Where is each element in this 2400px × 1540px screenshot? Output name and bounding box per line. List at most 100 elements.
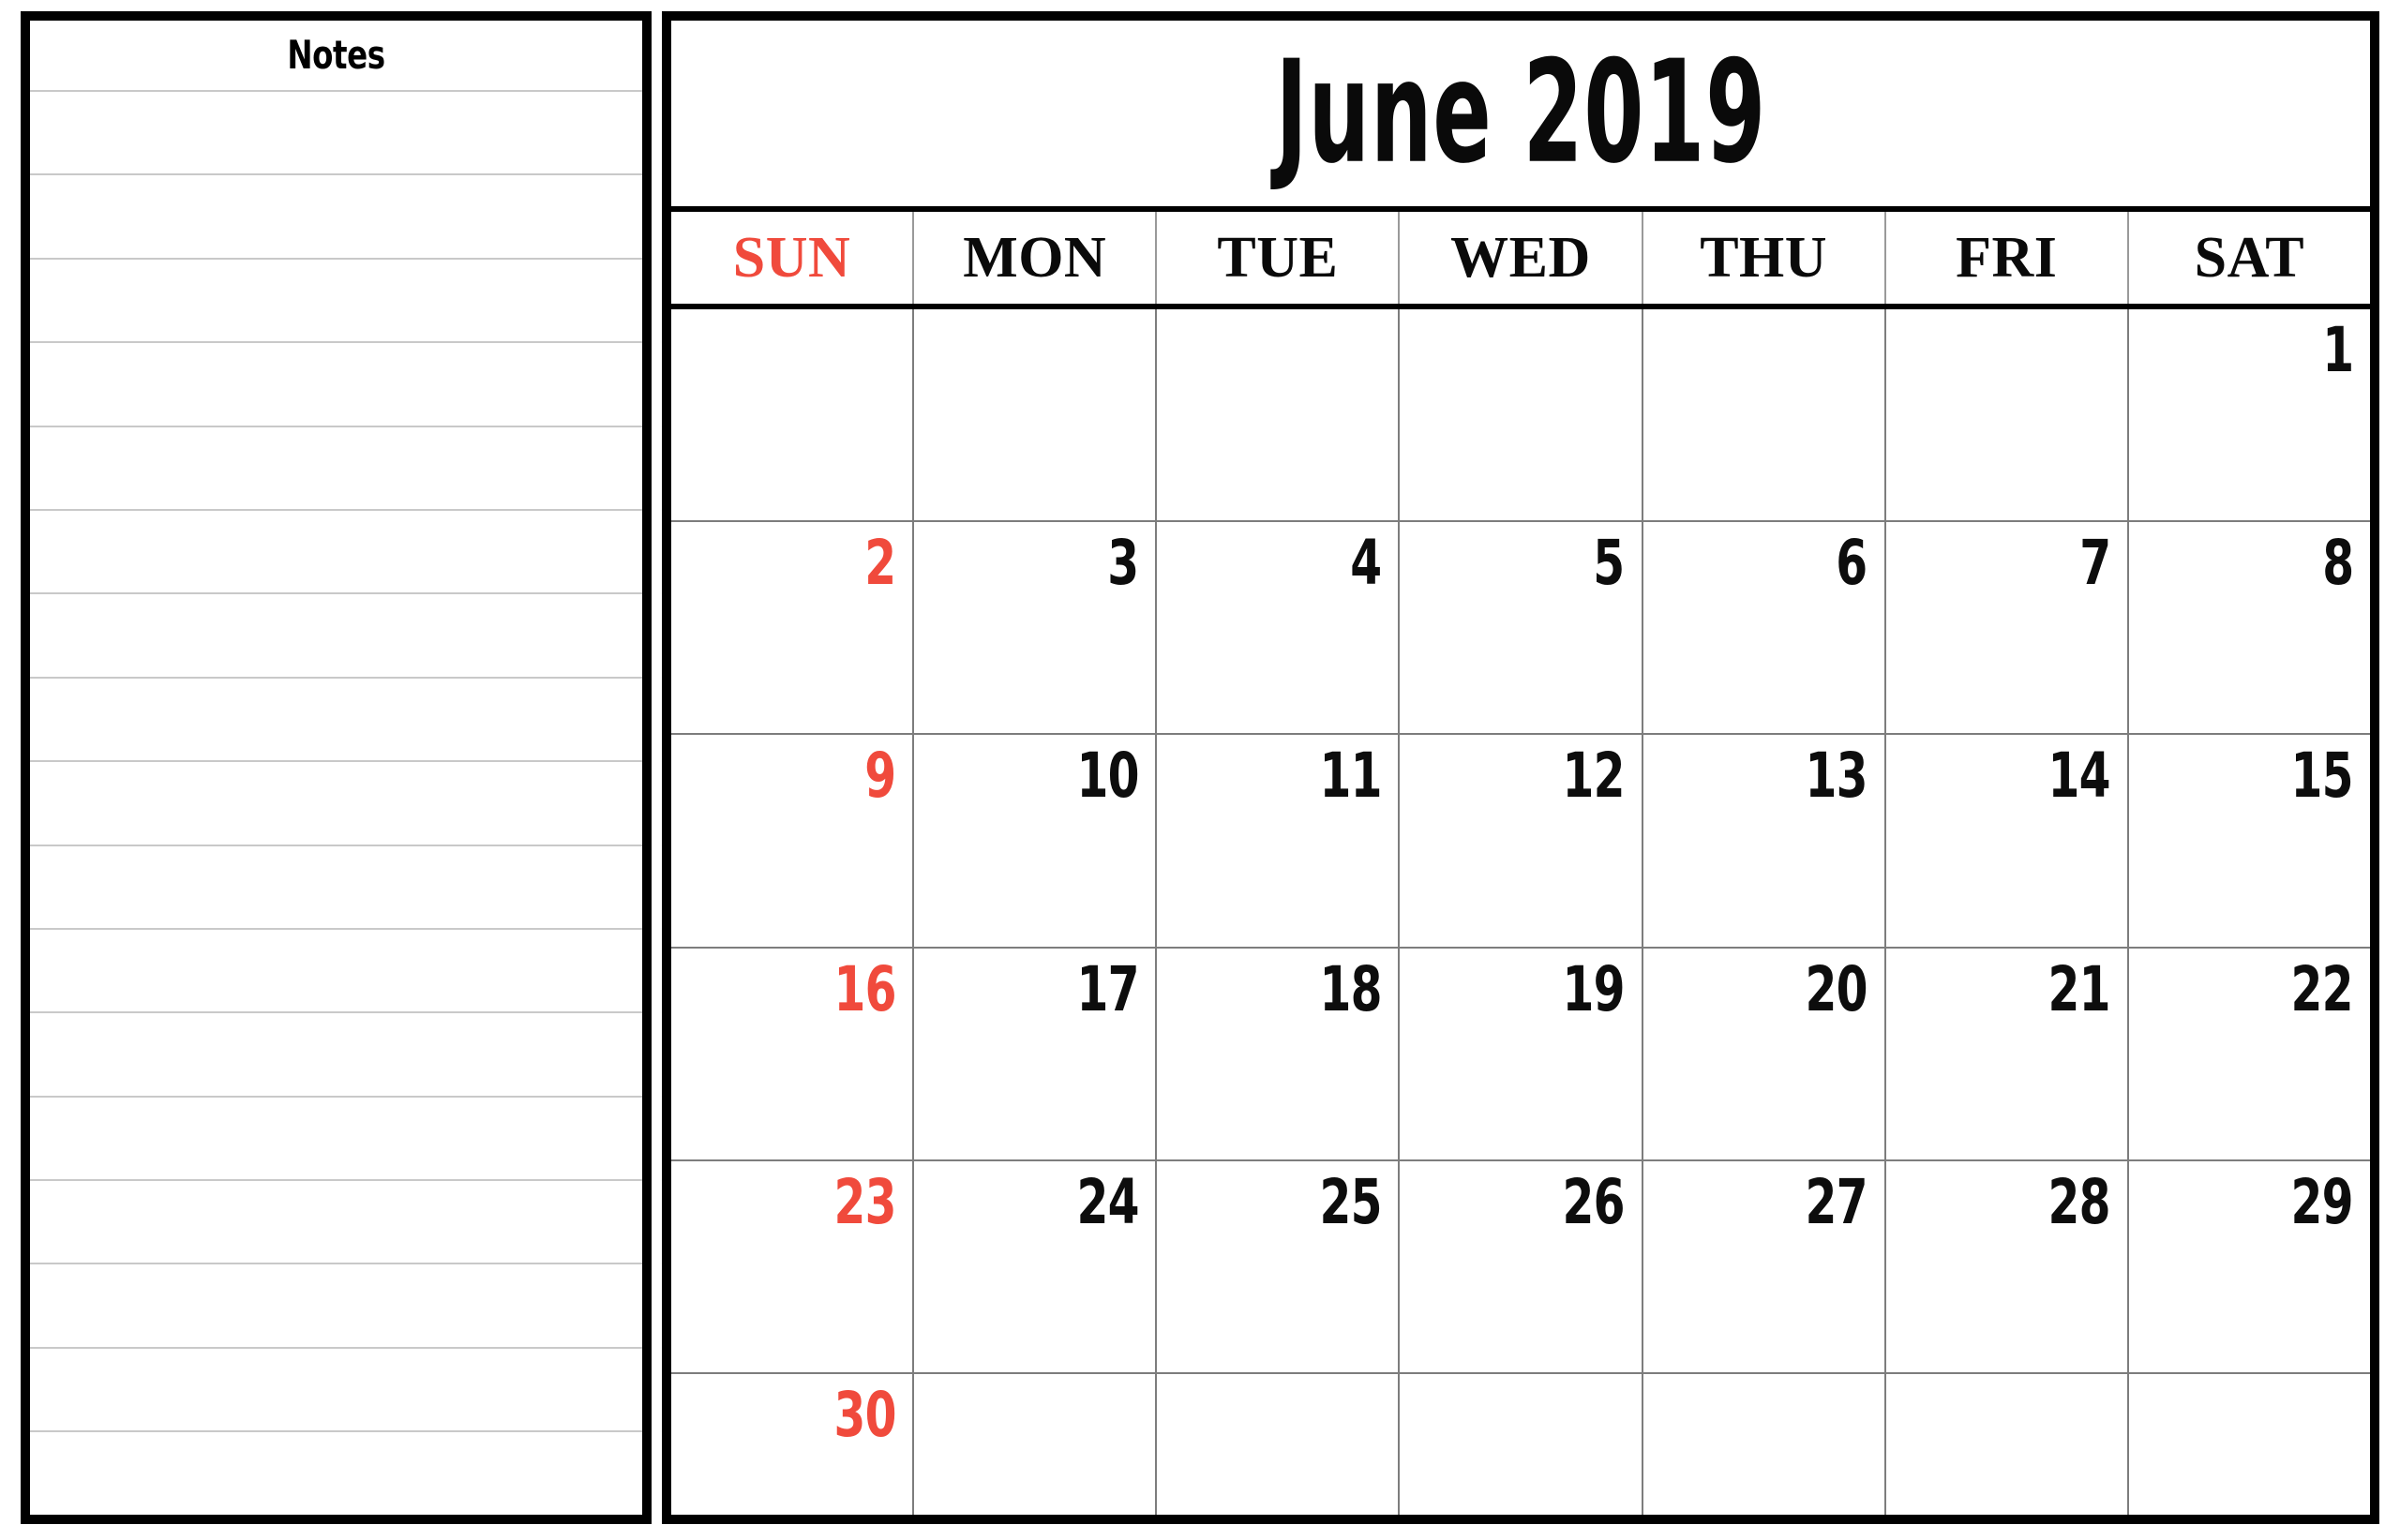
day-number: 4 xyxy=(1350,527,1382,600)
day-cell-28[interactable]: 28 xyxy=(1886,1160,2129,1373)
day-number: 26 xyxy=(1562,1165,1625,1238)
day-cell-7[interactable]: 7 xyxy=(1886,522,2129,734)
notes-rule-line[interactable] xyxy=(30,425,642,509)
weekday-header-wed: WED xyxy=(1400,212,1643,304)
day-number: 5 xyxy=(1593,527,1625,600)
day-cell-empty[interactable] xyxy=(1643,309,1886,521)
notes-rule-line[interactable] xyxy=(30,760,642,844)
day-cell-20[interactable]: 20 xyxy=(1643,948,1886,1159)
notes-rule-line[interactable] xyxy=(30,173,642,257)
day-cell-25[interactable]: 25 xyxy=(1157,1160,1401,1373)
notes-rule-line[interactable] xyxy=(30,676,642,760)
day-cell-empty[interactable] xyxy=(1400,309,1643,521)
notes-rule-line[interactable] xyxy=(30,508,642,592)
day-cell-17[interactable]: 17 xyxy=(914,948,1158,1159)
day-cell-empty[interactable] xyxy=(1886,1374,2129,1515)
week-row: 23 24 25 26 27 28 29 xyxy=(671,1160,2370,1375)
notes-rule-line[interactable] xyxy=(30,257,642,341)
day-number: 20 xyxy=(1805,952,1868,1025)
notes-rule-line[interactable] xyxy=(30,592,642,676)
notes-rule-line[interactable] xyxy=(30,1179,642,1263)
day-cell-empty[interactable] xyxy=(914,309,1158,521)
day-cell-empty[interactable] xyxy=(1157,309,1401,521)
day-cell-empty[interactable] xyxy=(1886,309,2129,521)
notes-rule-line[interactable] xyxy=(30,1430,642,1514)
day-cell-empty[interactable] xyxy=(1643,1374,1886,1515)
day-cell-6[interactable]: 6 xyxy=(1643,522,1886,734)
week-row: 1 xyxy=(671,309,2370,523)
day-cell-empty[interactable] xyxy=(1400,1374,1643,1515)
notes-rule-line[interactable] xyxy=(30,90,642,173)
weekday-header-fri: FRI xyxy=(1886,212,2129,304)
day-cell-5[interactable]: 5 xyxy=(1400,522,1643,734)
day-cell-16[interactable]: 16 xyxy=(671,948,915,1159)
notes-rule-line[interactable] xyxy=(30,1346,642,1430)
day-number: 29 xyxy=(2290,1165,2354,1238)
day-number: 1 xyxy=(2321,314,2354,386)
day-cell-29[interactable]: 29 xyxy=(2129,1161,2370,1372)
day-cell-2[interactable]: 2 xyxy=(671,522,915,734)
day-number: 8 xyxy=(2321,527,2354,600)
day-cell-21[interactable]: 21 xyxy=(1886,948,2129,1159)
notes-writing-area[interactable] xyxy=(30,90,642,1515)
weekday-header-row: SUN MON TUE WED THU FRI SAT xyxy=(671,212,2370,309)
day-cell-11[interactable]: 11 xyxy=(1157,735,1401,947)
day-cell-27[interactable]: 27 xyxy=(1643,1160,1886,1373)
day-cell-24[interactable]: 24 xyxy=(914,1160,1158,1373)
day-cell-18[interactable]: 18 xyxy=(1157,948,1401,1159)
week-row: 9 10 11 12 13 14 15 xyxy=(671,735,2370,949)
day-cell-14[interactable]: 14 xyxy=(1886,735,2129,947)
notes-rule-line[interactable] xyxy=(30,844,642,928)
day-cell-10[interactable]: 10 xyxy=(914,735,1158,947)
notes-rule-line[interactable] xyxy=(30,341,642,425)
month-year-heading: June 2019 xyxy=(1275,30,1766,196)
day-number: 7 xyxy=(2078,527,2111,600)
day-cell-19[interactable]: 19 xyxy=(1400,948,1643,1159)
day-number: 6 xyxy=(1836,527,1868,600)
day-cell-12[interactable]: 12 xyxy=(1400,735,1643,947)
notes-rule-line[interactable] xyxy=(30,927,642,1011)
day-cell-30[interactable]: 30 xyxy=(671,1374,915,1515)
day-number: 25 xyxy=(1319,1165,1382,1238)
month-title-bar: June 2019 xyxy=(671,21,2370,212)
notes-rule-line[interactable] xyxy=(30,1095,642,1179)
day-cell-26[interactable]: 26 xyxy=(1400,1160,1643,1373)
week-row: 30 xyxy=(671,1374,2370,1515)
day-number: 13 xyxy=(1805,740,1868,813)
day-number: 9 xyxy=(864,740,896,813)
day-cell-22[interactable]: 22 xyxy=(2129,949,2370,1159)
day-number: 12 xyxy=(1562,740,1625,813)
week-row: 16 17 18 19 20 21 22 xyxy=(671,948,2370,1161)
day-cell-15[interactable]: 15 xyxy=(2129,735,2370,946)
day-cell-1[interactable]: 1 xyxy=(2129,309,2370,520)
day-number: 28 xyxy=(2048,1165,2111,1238)
weekday-header-tue: TUE xyxy=(1157,212,1401,304)
day-cell-23[interactable]: 23 xyxy=(671,1160,915,1373)
day-cell-empty[interactable] xyxy=(1157,1374,1401,1515)
day-cell-empty[interactable] xyxy=(2129,1374,2370,1515)
day-number: 15 xyxy=(2290,740,2354,813)
day-cell-empty[interactable] xyxy=(671,309,915,521)
weekday-header-mon: MON xyxy=(914,212,1158,304)
day-number: 11 xyxy=(1319,740,1382,813)
calendar-week-grid: 1 2 3 4 5 6 7 8 9 10 11 12 13 14 15 16 17 18 19 20 21 22 23 24 2… xyxy=(671,309,2370,1515)
day-number: 22 xyxy=(2290,952,2354,1025)
day-cell-empty[interactable] xyxy=(914,1374,1158,1515)
day-number: 18 xyxy=(1319,952,1382,1025)
day-number: 17 xyxy=(1076,952,1139,1025)
day-cell-8[interactable]: 8 xyxy=(2129,522,2370,733)
weekday-header-thu: THU xyxy=(1643,212,1886,304)
notes-rule-line[interactable] xyxy=(30,1011,642,1095)
day-number: 3 xyxy=(1107,527,1139,600)
calendar-panel: June 2019 SUN MON TUE WED THU FRI SAT 12345678… xyxy=(662,11,2379,1524)
notes-rule-line[interactable] xyxy=(30,1263,642,1346)
day-cell-3[interactable]: 3 xyxy=(914,522,1158,734)
day-number: 21 xyxy=(2048,952,2111,1025)
notes-title: Notes xyxy=(287,32,385,78)
notes-panel: Notes xyxy=(21,11,652,1524)
day-cell-4[interactable]: 4 xyxy=(1157,522,1401,734)
day-number: 14 xyxy=(2048,740,2111,813)
day-number: 24 xyxy=(1076,1165,1139,1238)
day-cell-13[interactable]: 13 xyxy=(1643,735,1886,947)
day-cell-9[interactable]: 9 xyxy=(671,735,915,947)
